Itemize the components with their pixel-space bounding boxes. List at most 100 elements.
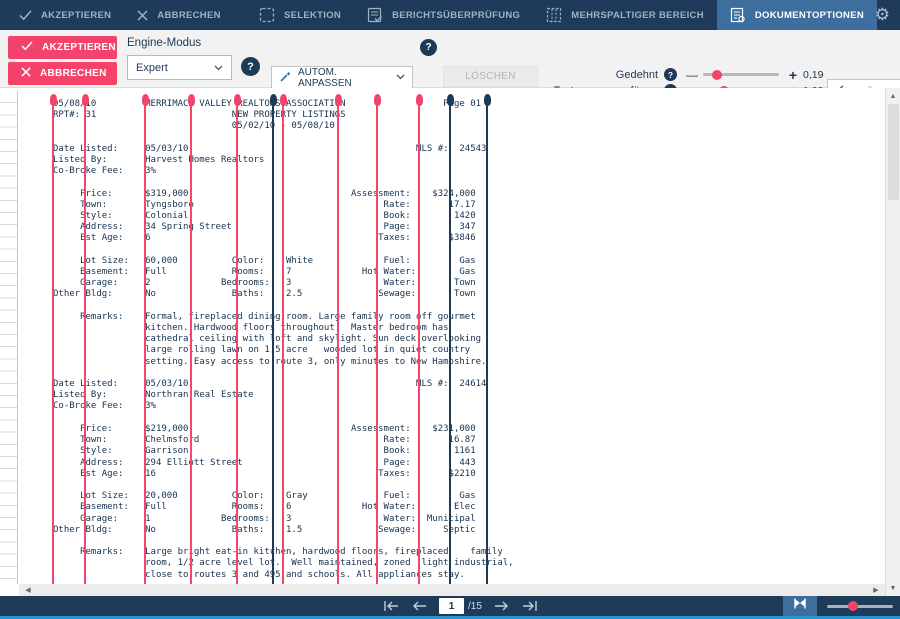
plus-button[interactable]: + [786, 67, 800, 83]
column-separator-navy[interactable] [269, 94, 278, 584]
topbar-item-abbrechen[interactable]: ABBRECHEN [124, 0, 233, 30]
columns-icon [546, 7, 562, 23]
settings-gear-icon[interactable]: ⚙ [875, 0, 890, 30]
separator-handle[interactable] [279, 94, 287, 106]
cancel-button-label: ABBRECHEN [40, 68, 107, 79]
check-icon [19, 9, 32, 21]
auto-fit-button[interactable]: AUTOM. ANPASSEN [271, 66, 413, 89]
topbar-item-dokumentoptionen[interactable]: DOKUMENTOPTIONEN [716, 0, 877, 30]
separator-handle[interactable] [446, 94, 454, 106]
zoom-slider[interactable] [827, 596, 893, 616]
separator-line[interactable] [190, 98, 192, 584]
help-icon[interactable]: ? [420, 39, 437, 56]
pager: 1 /15 [383, 596, 538, 616]
zoom-slider-track[interactable] [827, 604, 893, 608]
column-separator-pink[interactable] [187, 94, 196, 584]
cancel-button[interactable]: ABBRECHEN [8, 62, 117, 85]
separator-handle[interactable] [415, 94, 423, 106]
topbar-item-mehrspaltiger-bereich[interactable]: MEHRSPALTIGER BEREICH [533, 0, 717, 30]
separator-handle[interactable] [334, 94, 342, 106]
help-icon[interactable]: ? [241, 57, 260, 76]
topbar-item-label: SELEKTION [284, 9, 342, 21]
separator-line[interactable] [272, 98, 274, 584]
separator-line[interactable] [52, 98, 54, 584]
separator-handle[interactable] [269, 94, 277, 106]
column-separator-navy[interactable] [483, 94, 492, 584]
separator-line[interactable] [376, 98, 378, 584]
prev-page-icon[interactable] [412, 600, 427, 612]
fit-width-icon [791, 597, 809, 615]
topbar-item-label: AKZEPTIEREN [41, 9, 112, 21]
accept-button-label: AKZEPTIEREN [42, 42, 116, 53]
last-page-icon[interactable] [521, 600, 538, 612]
delete-button[interactable]: LÖSCHEN [443, 66, 538, 87]
separator-handle[interactable] [233, 94, 241, 106]
column-separator-navy[interactable] [446, 94, 455, 584]
scroll-left-icon[interactable]: ◀ [21, 584, 35, 596]
topbar-item-label: ABBRECHEN [157, 9, 221, 21]
horizontal-scrollbar[interactable]: ◀ ▶ [19, 584, 885, 596]
accept-button[interactable]: AKZEPTIEREN [8, 36, 117, 59]
slider-row-gedehnt: Gedehnt? — +0,19 [540, 67, 830, 83]
topbar-item-selektion[interactable]: SELEKTION [246, 0, 354, 30]
engine-mode-label: Engine-Modus [127, 37, 202, 49]
document-viewer[interactable]: 05/08/10 MERRIMACK VALLEY REALTORS ASSOC… [0, 88, 900, 596]
help-icon[interactable]: ? [664, 68, 677, 81]
scroll-down-icon[interactable]: ▼ [886, 581, 900, 595]
column-separator-pink[interactable] [233, 94, 242, 584]
separator-line[interactable] [236, 98, 238, 584]
app-window: AKZEPTIEREN ABBRECHEN SELEKTION BERICHTSÜB… [0, 0, 900, 619]
vertical-scrollbar[interactable]: ▲ ▼ [885, 88, 900, 596]
column-separator-pink[interactable] [415, 94, 424, 584]
separator-handle[interactable] [483, 94, 491, 106]
selection-icon [259, 7, 275, 23]
scroll-up-icon[interactable]: ▲ [886, 89, 900, 103]
options-toolbar: AKZEPTIEREN ABBRECHEN Engine-Modus Exper… [0, 30, 900, 115]
fit-width-button[interactable] [783, 596, 817, 616]
separator-line[interactable] [144, 98, 146, 584]
first-page-icon[interactable] [383, 600, 400, 612]
next-page-icon[interactable] [494, 600, 509, 612]
separator-handle[interactable] [81, 94, 89, 106]
page-number-input[interactable]: 1 [439, 598, 464, 614]
doc-options-icon [730, 7, 746, 23]
pager-bar: 1 /15 [0, 596, 900, 616]
slider-handle[interactable] [712, 69, 723, 80]
topbar-item-berichts-berpr-fung[interactable]: BERICHTSÜBERPRÜFUNG [354, 0, 533, 30]
engine-mode-value: Expert [136, 61, 168, 74]
slider-track[interactable] [703, 69, 779, 80]
chevron-down-icon [396, 72, 405, 83]
page-total-label: /15 [468, 600, 482, 612]
separator-line[interactable] [282, 98, 284, 584]
separator-handle[interactable] [187, 94, 195, 106]
topbar-item-label: BERICHTSÜBERPRÜFUNG [392, 9, 521, 21]
zoom-slider-handle[interactable] [848, 601, 859, 611]
separator-handle[interactable] [141, 94, 149, 106]
separator-line[interactable] [418, 98, 420, 584]
separator-line[interactable] [449, 98, 451, 584]
topbar-item-akzeptieren[interactable]: AKZEPTIEREN [6, 0, 124, 30]
column-separator-pink[interactable] [49, 94, 58, 584]
column-separator-pink[interactable] [334, 94, 343, 584]
topbar-left-group: AKZEPTIEREN ABBRECHEN [6, 0, 234, 30]
column-separator-pink[interactable] [279, 94, 288, 584]
top-menu-bar: AKZEPTIEREN ABBRECHEN SELEKTION BERICHTSÜB… [0, 0, 900, 30]
separator-line[interactable] [337, 98, 339, 584]
engine-mode-select[interactable]: Expert [127, 55, 232, 80]
scrollbar-thumb[interactable] [888, 104, 899, 200]
separator-line[interactable] [486, 98, 488, 584]
slider-value: 0,19 [803, 68, 824, 81]
topbar-tabs-group: SELEKTION BERICHTSÜBERPRÜFUNG MEHRSPALTIGE… [246, 0, 877, 30]
scroll-right-icon[interactable]: ▶ [869, 584, 883, 596]
separator-handle[interactable] [49, 94, 57, 106]
column-separator-pink[interactable] [373, 94, 382, 584]
topbar-item-label: DOKUMENTOPTIONEN [754, 9, 864, 21]
auto-fit-label: AUTOM. ANPASSEN [298, 66, 352, 89]
separator-line[interactable] [84, 98, 86, 584]
separator-handle[interactable] [373, 94, 381, 106]
chevron-down-icon [214, 62, 223, 74]
column-separator-pink[interactable] [141, 94, 150, 584]
column-separator-pink[interactable] [81, 94, 90, 584]
minus-button[interactable]: — [685, 68, 699, 82]
check-icon [21, 41, 33, 54]
